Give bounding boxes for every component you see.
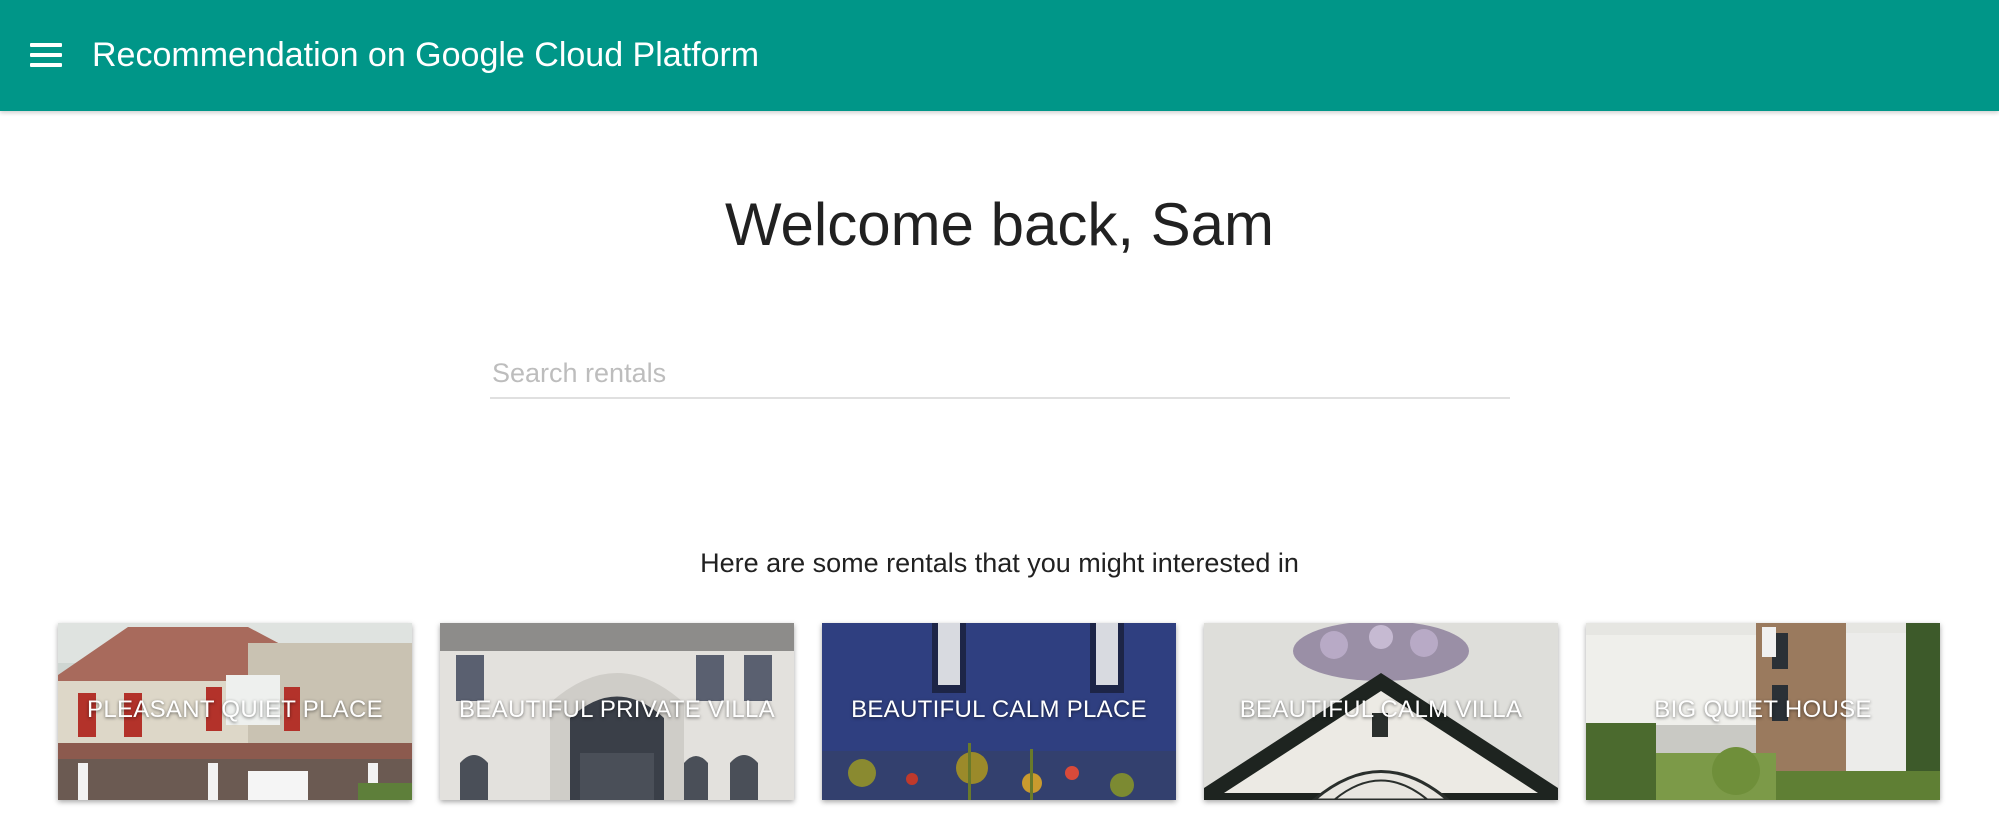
welcome-heading: Welcome back, Sam bbox=[724, 191, 1275, 258]
recommendations-heading: Here are some rentals that you might int… bbox=[700, 548, 1299, 578]
search-input[interactable] bbox=[490, 352, 1510, 394]
rental-card-label: BEAUTIFUL CALM VILLA bbox=[1239, 696, 1523, 723]
hamburger-menu-icon[interactable] bbox=[22, 33, 70, 77]
rental-card-label: BEAUTIFUL CALM PLACE bbox=[851, 696, 1147, 723]
rental-card-label: BIG QUIET HOUSE bbox=[1654, 696, 1872, 723]
app-title: Recommendation on Google Cloud Platform bbox=[92, 36, 760, 74]
rental-card-pleasant-quiet-place[interactable]: PLEASANT QUIET PLACE bbox=[58, 623, 412, 800]
top-app-bar: Recommendation on Google Cloud Platform bbox=[0, 0, 1999, 111]
rental-card-beautiful-calm-place[interactable]: BEAUTIFUL CALM PLACE bbox=[822, 623, 1176, 800]
rental-card-label: BEAUTIFUL PRIVATE VILLA bbox=[459, 696, 775, 723]
rental-card-beautiful-private-villa[interactable]: BEAUTIFUL PRIVATE VILLA bbox=[440, 623, 794, 800]
rental-card-label: PLEASANT QUIET PLACE bbox=[87, 696, 383, 723]
rental-cards: PLEASANT QUIET PLACE BEAUTIFUL PRIVATE V… bbox=[58, 623, 1941, 800]
rental-card-big-quiet-house[interactable]: BIG QUIET HOUSE bbox=[1586, 623, 1940, 800]
search-field bbox=[490, 352, 1510, 399]
rental-card-beautiful-calm-villa[interactable]: BEAUTIFUL CALM VILLA bbox=[1204, 623, 1558, 800]
